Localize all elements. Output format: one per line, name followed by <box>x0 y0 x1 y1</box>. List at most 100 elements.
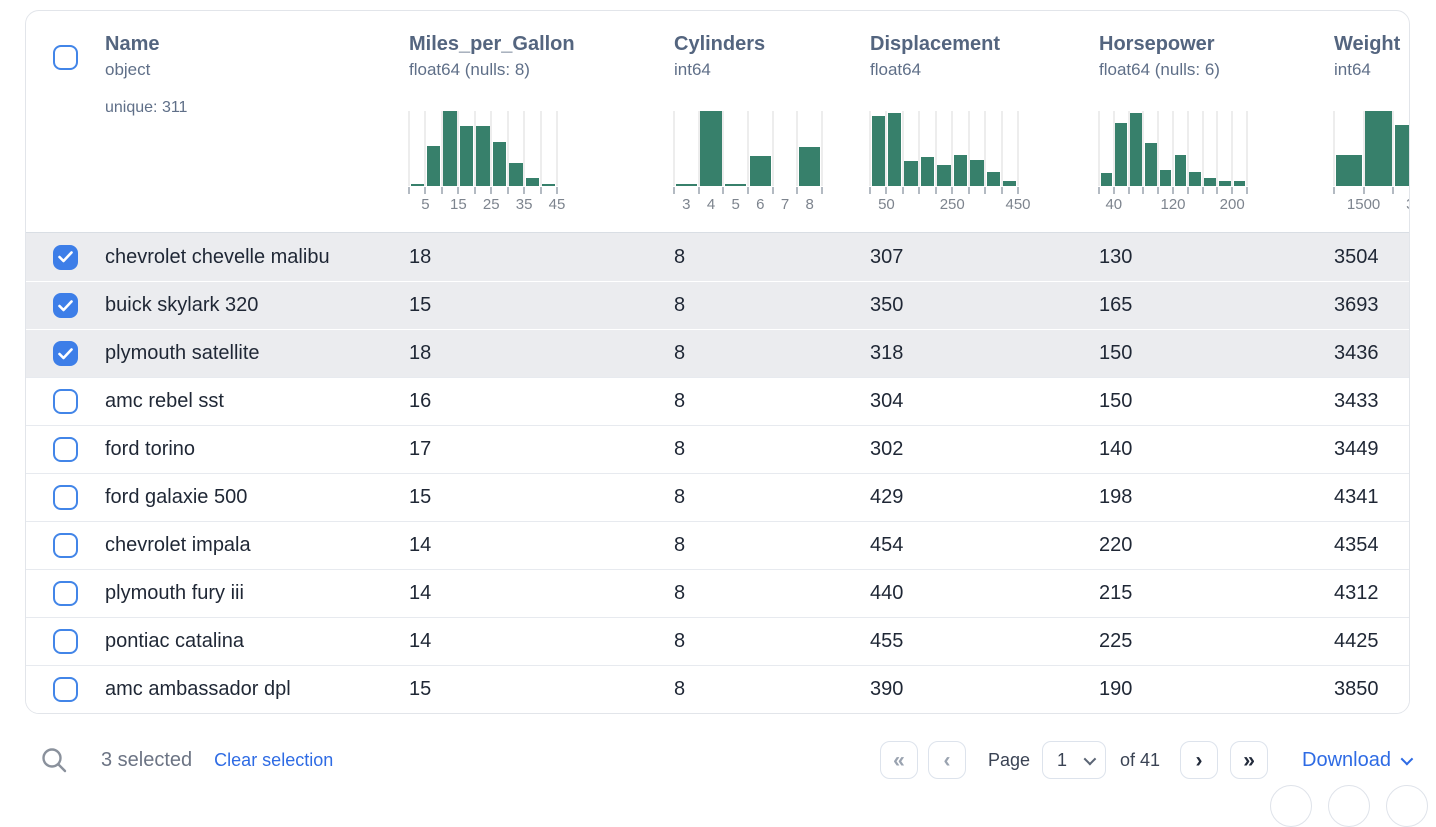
table-row[interactable]: plymouth fury iii1484402154312 <box>26 569 1409 617</box>
hist-bar <box>476 126 489 186</box>
hist-tick <box>698 187 700 194</box>
hist-tick <box>441 187 443 194</box>
prev-page-button[interactable]: ‹ <box>928 741 966 779</box>
hist-axis-label: 200 <box>1220 196 1245 213</box>
cell-weight: 4341 <box>1334 486 1409 509</box>
hidden-action-button[interactable] <box>1328 785 1370 827</box>
histogram-cylinders: 345678 <box>674 111 822 213</box>
hist-tick <box>556 187 558 194</box>
hist-axis-label: 5 <box>421 196 429 213</box>
hist-bar <box>700 111 722 186</box>
last-page-button[interactable]: » <box>1230 741 1268 779</box>
hist-gridline <box>1246 111 1248 186</box>
row-checkbox[interactable] <box>53 629 78 654</box>
hist-tick <box>951 187 953 194</box>
hist-axis-label: 450 <box>1005 196 1030 213</box>
table-row[interactable]: ford galaxie 5001584291984341 <box>26 473 1409 521</box>
hist-tick <box>1187 187 1189 194</box>
cell-name: amc ambassador dpl <box>105 678 409 701</box>
cell-horsepower: 220 <box>1099 534 1334 557</box>
row-checkbox[interactable] <box>53 437 78 462</box>
row-checkbox[interactable] <box>53 245 78 270</box>
table-row[interactable]: plymouth satellite1883181503436 <box>26 329 1409 377</box>
cell-cylinders: 8 <box>674 246 870 269</box>
cell-weight: 4425 <box>1334 630 1409 653</box>
histogram-weight: 15003500 <box>1334 111 1410 213</box>
row-checkbox[interactable] <box>53 341 78 366</box>
cell-displacement: 318 <box>870 342 1099 365</box>
table-row[interactable]: chevrolet chevelle malibu1883071303504 <box>26 233 1409 281</box>
histogram-plot <box>1099 111 1247 186</box>
selected-count: 3 selected <box>101 749 192 772</box>
hist-bar <box>1160 170 1172 186</box>
page-select[interactable]: 1 <box>1042 741 1106 779</box>
hist-axis-labels: 515253545 <box>409 195 557 213</box>
table-row[interactable]: amc rebel sst1683041503433 <box>26 377 1409 425</box>
row-checkbox[interactable] <box>53 485 78 510</box>
pagination: « ‹ Page 1 of 41 › » Download <box>880 741 1410 779</box>
table-row[interactable]: amc ambassador dpl1583901903850 <box>26 665 1409 713</box>
row-checkbox[interactable] <box>53 533 78 558</box>
column-dtype: int64 <box>1334 57 1410 83</box>
cell-displacement: 390 <box>870 678 1099 701</box>
hist-bar <box>921 157 934 186</box>
row-checkbox[interactable] <box>53 389 78 414</box>
column-header-name: Nameobjectunique: 311 <box>105 11 409 232</box>
cell-miles_per_gallon: 14 <box>409 534 674 557</box>
histogram-plot <box>1334 111 1410 186</box>
hist-gridline <box>1216 111 1218 186</box>
table-row[interactable]: ford torino1783021403449 <box>26 425 1409 473</box>
cell-name: pontiac catalina <box>105 630 409 653</box>
row-checkbox[interactable] <box>53 677 78 702</box>
cell-horsepower: 225 <box>1099 630 1334 653</box>
cell-horsepower: 198 <box>1099 486 1334 509</box>
cell-name: chevrolet impala <box>105 534 409 557</box>
hist-bar <box>1115 123 1127 186</box>
hist-tick <box>673 187 675 194</box>
column-dtype: int64 <box>674 57 870 83</box>
table-row[interactable]: buick skylark 3201583501653693 <box>26 281 1409 329</box>
histogram-plot <box>674 111 822 186</box>
hist-bar <box>1395 125 1410 187</box>
hist-bar <box>799 147 821 186</box>
hidden-action-button[interactable] <box>1386 785 1428 827</box>
cell-displacement: 440 <box>870 582 1099 605</box>
histogram-plot <box>409 111 557 186</box>
page-label: Page <box>988 750 1030 771</box>
clear-selection-link[interactable]: Clear selection <box>214 750 333 771</box>
search-icon[interactable] <box>39 745 69 775</box>
first-page-button[interactable]: « <box>880 741 918 779</box>
hist-bar <box>1130 113 1142 186</box>
hist-axis-ticks <box>674 186 822 195</box>
hist-axis-labels: 345678 <box>674 195 822 213</box>
cell-miles_per_gallon: 15 <box>409 486 674 509</box>
hist-tick <box>474 187 476 194</box>
select-all-checkbox[interactable] <box>53 45 78 70</box>
download-menu[interactable]: Download <box>1302 749 1410 772</box>
table-row[interactable]: pontiac catalina1484552254425 <box>26 617 1409 665</box>
cell-cylinders: 8 <box>674 438 870 461</box>
hist-bar <box>987 172 1000 186</box>
column-title: Displacement <box>870 31 1099 57</box>
column-dtype: float64 (nulls: 8) <box>409 57 674 83</box>
hist-bar <box>1204 178 1216 186</box>
cell-weight: 3850 <box>1334 678 1409 701</box>
check-icon <box>58 251 73 263</box>
row-checkbox[interactable] <box>53 581 78 606</box>
table-row[interactable]: chevrolet impala1484542204354 <box>26 521 1409 569</box>
hist-tick <box>935 187 937 194</box>
next-page-button[interactable]: › <box>1180 741 1218 779</box>
hist-tick <box>1142 187 1144 194</box>
hist-bar <box>526 178 539 186</box>
row-checkbox[interactable] <box>53 293 78 318</box>
hist-axis-label: 3500 <box>1406 196 1410 213</box>
hist-tick <box>490 187 492 194</box>
hist-tick <box>772 187 774 194</box>
hist-tick <box>540 187 542 194</box>
hist-tick <box>507 187 509 194</box>
hidden-action-button[interactable] <box>1270 785 1312 827</box>
hist-axis-label: 45 <box>549 196 566 213</box>
column-header-miles_per_gallon: Miles_per_Gallonfloat64 (nulls: 8)515253… <box>409 11 674 232</box>
hist-tick <box>1098 187 1100 194</box>
row-checkbox-cell <box>26 389 105 414</box>
